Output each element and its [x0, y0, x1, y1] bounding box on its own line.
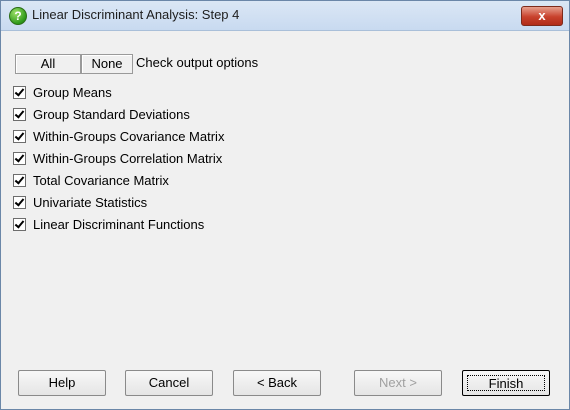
finish-button[interactable]: Finish	[462, 370, 550, 396]
finish-button-label: Finish	[467, 375, 545, 391]
help-button[interactable]: Help	[18, 370, 106, 396]
back-button[interactable]: < Back	[233, 370, 321, 396]
select-all-button[interactable]: All	[15, 54, 81, 74]
cancel-button-label: Cancel	[148, 375, 190, 390]
select-none-button[interactable]: None	[81, 54, 133, 74]
cancel-button[interactable]: Cancel	[125, 370, 213, 396]
option-label: Univariate Statistics	[33, 194, 148, 210]
check-options-label: Check output options	[136, 55, 259, 70]
option-label: Within-Groups Correlation Matrix	[33, 150, 223, 166]
option-group-means[interactable]: Group Means	[13, 84, 112, 100]
checkbox[interactable]	[13, 173, 26, 187]
option-label: Group Means	[33, 84, 112, 100]
option-label: Total Covariance Matrix	[33, 172, 169, 188]
help-question-icon: ?	[9, 7, 27, 25]
back-button-label: < Back	[256, 375, 298, 390]
close-icon: x	[538, 8, 546, 23]
dialog-window: ? Linear Discriminant Analysis: Step 4 x…	[0, 0, 570, 410]
option-within-groups-correlation[interactable]: Within-Groups Correlation Matrix	[13, 150, 222, 166]
checkbox[interactable]	[13, 151, 26, 165]
checkbox[interactable]	[13, 129, 26, 143]
title-bar[interactable]: ? Linear Discriminant Analysis: Step 4 x	[1, 1, 569, 31]
checkbox[interactable]	[13, 217, 26, 231]
close-button[interactable]: x	[521, 6, 563, 26]
checkbox[interactable]	[13, 107, 26, 121]
option-univariate-statistics[interactable]: Univariate Statistics	[13, 194, 147, 210]
option-group-standard-deviations[interactable]: Group Standard Deviations	[13, 106, 190, 122]
option-total-covariance[interactable]: Total Covariance Matrix	[13, 172, 169, 188]
dialog-content: All None Check output options Group Mean…	[2, 31, 568, 408]
option-label: Linear Discriminant Functions	[33, 216, 205, 232]
option-within-groups-covariance[interactable]: Within-Groups Covariance Matrix	[13, 128, 224, 144]
option-label: Group Standard Deviations	[33, 106, 190, 122]
next-button-label: Next >	[379, 375, 417, 390]
option-linear-discriminant-functions[interactable]: Linear Discriminant Functions	[13, 216, 204, 232]
checkbox[interactable]	[13, 195, 26, 209]
checkbox[interactable]	[13, 85, 26, 99]
next-button[interactable]: Next >	[354, 370, 442, 396]
help-button-label: Help	[48, 375, 76, 390]
option-label: Within-Groups Covariance Matrix	[33, 128, 225, 144]
button-bar: Help Cancel < Back Next > Finish	[2, 369, 568, 399]
window-title: Linear Discriminant Analysis: Step 4	[32, 7, 240, 22]
